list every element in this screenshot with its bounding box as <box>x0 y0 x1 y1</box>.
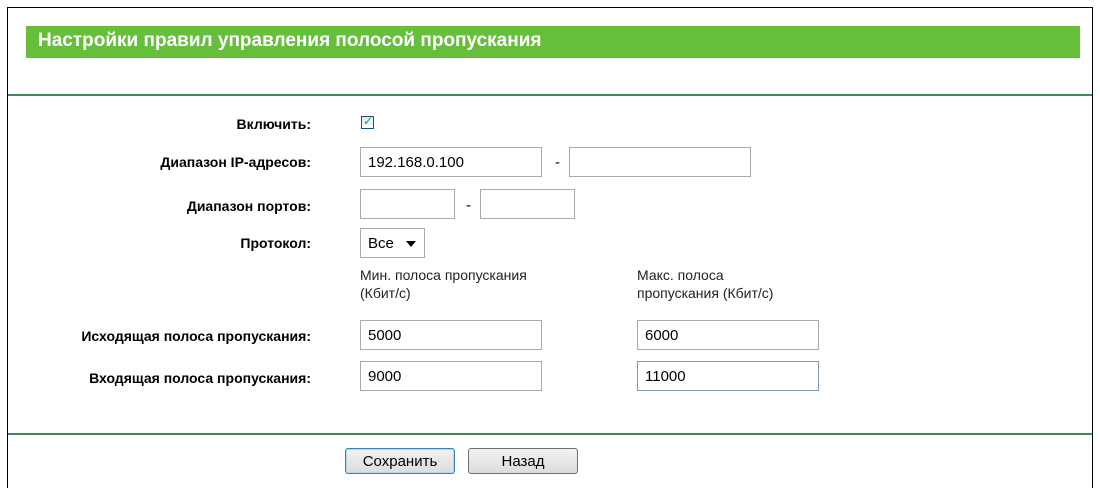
enable-checkbox[interactable]: ✓ <box>361 114 374 129</box>
max-bandwidth-header: Макс. полоса пропускания (Кбит/с) <box>637 266 773 302</box>
title-bar: Настройки правил управления полосой проп… <box>26 26 1080 58</box>
ip-start-input[interactable] <box>360 147 542 177</box>
enable-label: Включить: <box>236 116 311 132</box>
top-divider <box>8 94 1092 96</box>
protocol-label: Протокол: <box>240 235 311 251</box>
min-bandwidth-header: Мин. полоса пропускания (Кбит/с) <box>360 266 527 302</box>
protocol-select[interactable]: Все <box>360 228 425 258</box>
egress-bandwidth-label: Исходящая полоса пропускания: <box>81 328 311 344</box>
egress-min-input[interactable] <box>360 320 542 350</box>
page-title: Настройки правил управления полосой проп… <box>38 30 542 51</box>
ingress-min-input[interactable] <box>360 361 542 391</box>
port-range-separator: - <box>466 197 471 214</box>
ip-end-input[interactable] <box>569 147 751 177</box>
max-bandwidth-header-line2: пропускания (Кбит/с) <box>637 285 774 301</box>
port-start-input[interactable] <box>360 189 455 219</box>
egress-max-input[interactable] <box>637 320 819 350</box>
min-bandwidth-header-line1: Мин. полоса пропускания <box>360 267 527 283</box>
port-end-input[interactable] <box>480 189 575 219</box>
port-range-label: Диапазон портов: <box>186 198 311 214</box>
ingress-bandwidth-label: Входящая полоса пропускания: <box>89 370 311 386</box>
ingress-max-input[interactable] <box>637 361 819 391</box>
bottom-divider <box>8 433 1092 435</box>
checkmark-icon: ✓ <box>363 114 374 128</box>
ip-range-separator: - <box>555 154 560 171</box>
dropdown-arrow-icon <box>406 241 416 247</box>
back-button[interactable]: Назад <box>468 448 578 474</box>
protocol-selected-value: Все <box>368 235 394 252</box>
min-bandwidth-header-line2: (Кбит/с) <box>360 285 411 301</box>
save-button[interactable]: Сохранить <box>345 448 455 474</box>
max-bandwidth-header-line1: Макс. полоса <box>637 267 724 283</box>
page-frame <box>7 7 1093 488</box>
ip-range-label: Диапазон IP-адресов: <box>160 154 311 170</box>
